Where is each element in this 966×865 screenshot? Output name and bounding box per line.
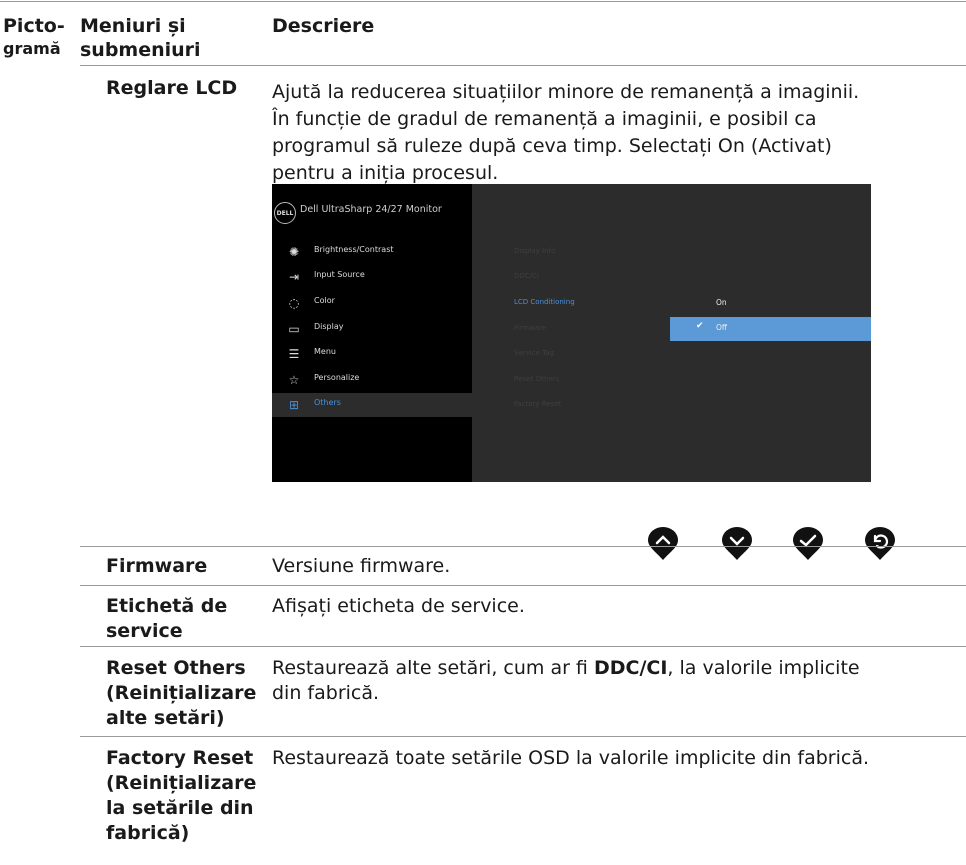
row-label-factory-reset-line2: (Reinițializare: [106, 772, 257, 794]
osd-submenu-firmware[interactable]: Firmware: [514, 324, 546, 332]
row-rule-reset-others: [80, 646, 966, 647]
osd-submenu-factory-reset[interactable]: Factory Reset: [514, 400, 561, 408]
row-label-service-tag-line1: Etichetă de: [106, 595, 228, 617]
up-button-icon: [648, 527, 678, 560]
osd-menu-item-menu[interactable]: ☰ Menu: [272, 342, 472, 366]
row-label-factory-reset-line1: Factory Reset: [106, 747, 254, 769]
row-label-reset-others-line2: (Reinițializare: [106, 682, 257, 704]
osd-menu-label: Input Source: [314, 270, 365, 279]
row-desc-reset-others-line2: din fabrică.: [272, 682, 380, 704]
header-menu-col-line2: submeniuri: [80, 39, 201, 61]
osd-submenu-reset-others[interactable]: Reset Others: [514, 375, 559, 383]
back-button-icon: [865, 527, 895, 560]
row-rule-factory-reset: [80, 736, 966, 737]
row-desc-reset-others-line1: Restaurează alte setări, cum ar fi DDC/C…: [272, 656, 860, 681]
osd-menu-label: Others: [314, 398, 341, 407]
osd-menu-item-input-source[interactable]: ⇥ Input Source: [272, 265, 472, 289]
row-desc-service-tag: Afișați eticheta de service.: [272, 595, 525, 617]
osd-menu-label: Personalize: [314, 373, 360, 382]
header-icon-col-line2: gramă: [3, 39, 61, 58]
osd-title: Dell UltraSharp 24/27 Monitor: [300, 204, 442, 215]
display-icon: ▭: [288, 322, 300, 336]
row-desc-reglare-lcd-line3: programul să ruleze după ceva timp. Sele…: [272, 135, 832, 157]
row-label-reset-others-line1: Reset Others: [106, 657, 246, 679]
osd-option-off[interactable]: ✔ Off: [670, 317, 871, 341]
osd-option-label: On: [716, 298, 727, 307]
osd-submenu-panel: Display Info DDC/CI LCD Conditioning Fir…: [472, 184, 871, 482]
row-desc-reglare-lcd-line2: În funcție de gradul de remanență a imag…: [272, 108, 817, 130]
row-desc-factory-reset: Restaurează toate setările OSD la valori…: [272, 747, 870, 769]
osd-menu-item-display[interactable]: ▭ Display: [272, 317, 472, 341]
osd-screenshot: DELL Dell UltraSharp 24/27 Monitor ✺ Bri…: [272, 184, 871, 482]
osd-submenu-lcd-conditioning[interactable]: LCD Conditioning: [514, 298, 575, 306]
osd-menu-item-others[interactable]: ⊞ Others: [272, 393, 472, 417]
row-label-reglare-lcd: Reglare LCD: [106, 77, 238, 99]
osd-menu-item-personalize[interactable]: ☆ Personalize: [272, 368, 472, 392]
color-palette-icon: ◌: [288, 296, 300, 310]
desc-text: Restaurează alte setări, cum ar fi: [272, 657, 594, 679]
row-label-factory-reset-line4: fabrică): [106, 822, 190, 844]
row-label-firmware: Firmware: [106, 555, 208, 577]
osd-submenu-service-tag[interactable]: Service Tag: [514, 349, 554, 357]
down-button-icon: [722, 527, 752, 560]
star-icon: ☆: [288, 373, 300, 387]
others-icon: ⊞: [288, 398, 300, 412]
row-rule-service-tag: [80, 585, 966, 586]
input-source-icon: ⇥: [288, 270, 300, 284]
row-desc-reglare-lcd-line1: Ajută la reducerea situațiilor minore de…: [272, 81, 860, 103]
osd-option-label: Off: [716, 323, 728, 332]
row-label-service-tag-line2: service: [106, 620, 183, 642]
dell-logo: DELL: [274, 202, 296, 224]
desc-text: , la valorile implicite: [667, 657, 860, 679]
osd-menu-item-color[interactable]: ◌ Color: [272, 291, 472, 315]
row-desc-firmware: Versiune firmware.: [272, 555, 451, 577]
row-rule-firmware: [80, 546, 966, 547]
header-rule: [80, 65, 966, 66]
row-label-reset-others-line3: alte setări): [106, 707, 225, 729]
osd-menu-label: Menu: [314, 347, 336, 356]
osd-menu-label: Brightness/Contrast: [314, 245, 394, 254]
osd-menu-label: Color: [314, 296, 335, 305]
brightness-icon: ✺: [288, 245, 300, 259]
header-icon-col-line1: Picto-: [3, 15, 65, 37]
osd-menu-label: Display: [314, 322, 344, 331]
osd-submenu-ddc-ci[interactable]: DDC/CI: [514, 272, 539, 280]
confirm-button-icon: [793, 527, 823, 560]
desc-text-bold: DDC/CI: [593, 657, 668, 679]
osd-option-on[interactable]: On: [670, 292, 871, 316]
header-menu-col-line1: Meniuri și: [80, 15, 186, 37]
osd-submenu-display-info[interactable]: Display Info: [514, 247, 555, 255]
menu-icon: ☰: [288, 347, 300, 361]
checkmark-icon: ✔: [696, 321, 704, 331]
row-desc-reglare-lcd-line4: pentru a iniția procesul.: [272, 162, 499, 184]
header-desc-col: Descriere: [272, 15, 375, 37]
osd-menu-item-brightness-contrast[interactable]: ✺ Brightness/Contrast: [272, 240, 472, 264]
row-label-factory-reset-line3: la setările din: [106, 797, 254, 819]
table-top-rule: [0, 1, 966, 2]
